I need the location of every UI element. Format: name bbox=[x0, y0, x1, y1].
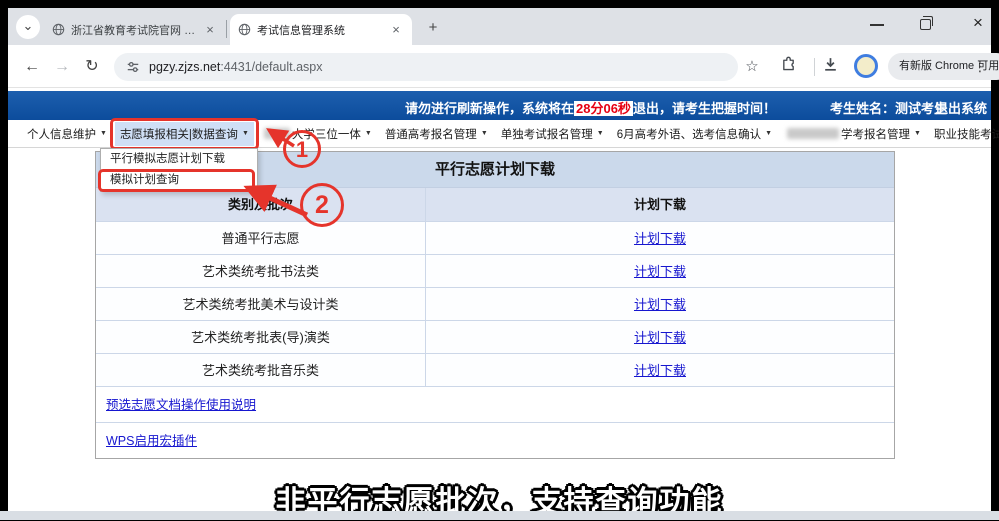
session-warning: 请勿进行刷新操作，系统将在28分06秒退出，请考生把握时间！ bbox=[405, 98, 776, 117]
plan-download-panel: 平行志愿计划下载 类别及批次 计划下载 普通平行志愿 计划下载 艺术类统考批书法… bbox=[95, 151, 895, 459]
annotation-step-2: 2 bbox=[300, 183, 344, 227]
back-button[interactable]: ← bbox=[20, 55, 44, 79]
tab-exam-info-system[interactable]: 考试信息管理系统 × bbox=[230, 14, 412, 45]
column-header-category: 类别及批次 bbox=[96, 188, 426, 221]
category-cell: 艺术类统考批音乐类 bbox=[96, 354, 426, 386]
table-header: 类别及批次 计划下载 bbox=[96, 187, 894, 221]
annotation-step-1: 1 bbox=[283, 130, 321, 168]
logout-button[interactable]: 退出系统 bbox=[935, 98, 987, 117]
web-page: 请勿进行刷新操作，系统将在28分06秒退出，请考生把握时间！ 考生姓名：测试考生… bbox=[8, 89, 991, 520]
menu-volunteer-query[interactable]: 志愿填报相关|数据查询 ▼ bbox=[115, 122, 254, 146]
menu-vocational-skill[interactable]: 职业技能考试报名管理 ▼ bbox=[929, 122, 999, 146]
bookmark-star-icon[interactable]: ☆ bbox=[741, 56, 763, 78]
chevron-down-icon: ▼ bbox=[242, 130, 249, 137]
address-bar[interactable]: pgzy.zjzs.net:4431/default.aspx bbox=[114, 53, 738, 81]
chevron-down-icon: ▼ bbox=[597, 130, 604, 137]
chevron-down-icon: ⌄ bbox=[23, 18, 34, 33]
table-row: 艺术类统考批表(导)演类 计划下载 bbox=[96, 320, 894, 353]
menu-label: 个人信息维护 bbox=[27, 126, 96, 142]
url-host: pgzy.zjzs.net bbox=[149, 60, 220, 74]
browser-menu-icon[interactable]: ⋮ bbox=[973, 54, 987, 78]
reload-button[interactable]: ↻ bbox=[80, 55, 104, 79]
category-cell: 艺术类统考批书法类 bbox=[96, 255, 426, 287]
tab-search-button[interactable]: ⌄ bbox=[16, 15, 40, 39]
table-row: 艺术类统考批音乐类 计划下载 bbox=[96, 353, 894, 386]
plan-download-link[interactable]: 计划下载 bbox=[634, 231, 686, 246]
chevron-down-icon: ▼ bbox=[914, 130, 921, 137]
globe-icon bbox=[238, 23, 251, 36]
site-settings-icon bbox=[126, 60, 140, 74]
forward-button[interactable]: → bbox=[50, 55, 74, 79]
countdown-timer: 28分06秒 bbox=[574, 101, 633, 116]
session-notice-bar: 请勿进行刷新操作，系统将在28分06秒退出，请考生把握时间！ 考生姓名：测试考生… bbox=[8, 91, 991, 120]
close-icon[interactable]: × bbox=[388, 22, 404, 38]
tab-divider bbox=[226, 20, 227, 38]
volunteer-dropdown-menu: 平行模拟志愿计划下载 模拟计划查询 bbox=[100, 148, 258, 192]
menu-gaokao-signup[interactable]: 普通高考报名管理 ▼ bbox=[380, 122, 493, 146]
doc-instructions-link[interactable]: 预选志愿文档操作使用说明 bbox=[106, 398, 256, 412]
tab-title: 浙江省教育考试院官网 考生办 bbox=[71, 22, 196, 38]
plan-download-link[interactable]: 计划下载 bbox=[634, 264, 686, 279]
menu-xuekao-signup[interactable]: 学考报名管理 ▼ bbox=[780, 122, 926, 146]
chevron-down-icon: ▼ bbox=[765, 130, 772, 137]
close-icon[interactable]: × bbox=[202, 22, 218, 38]
dropdown-item-mock-plan-query[interactable]: 模拟计划查询 bbox=[101, 170, 257, 191]
warning-text-post: 退出，请考生把握时间！ bbox=[633, 101, 776, 116]
chevron-down-icon: ▼ bbox=[100, 130, 107, 137]
menu-label: 普通高考报名管理 bbox=[385, 126, 477, 142]
tab-title: 考试信息管理系统 bbox=[257, 22, 382, 38]
warning-text-pre: 请勿进行刷新操作，系统将在 bbox=[405, 101, 574, 116]
download-icon[interactable] bbox=[822, 56, 844, 78]
menu-label: 学考报名管理 bbox=[841, 126, 910, 142]
chevron-down-icon: ▼ bbox=[481, 130, 488, 137]
browser-toolbar: ← → ↻ pgzy.zjzs.net:4431/default.aspx ☆ … bbox=[8, 45, 991, 88]
toolbar-divider bbox=[814, 58, 815, 76]
wps-plugin-row: WPS启用宏插件 bbox=[96, 422, 894, 458]
menu-label: 单独考试报名管理 bbox=[501, 126, 593, 142]
plan-download-link[interactable]: 计划下载 bbox=[634, 297, 686, 312]
table-row: 艺术类统考批书法类 计划下载 bbox=[96, 254, 894, 287]
extensions-icon[interactable] bbox=[780, 56, 802, 78]
wps-plugin-link[interactable]: WPS启用宏插件 bbox=[106, 434, 197, 448]
category-cell: 艺术类统考批表(导)演类 bbox=[96, 321, 426, 353]
restore-button[interactable] bbox=[920, 19, 931, 30]
video-letterbox: ⌄ 浙江省教育考试院官网 考生办 × 考试信息管理系统 × + × ← → ↻ bbox=[0, 0, 999, 520]
new-tab-button[interactable]: + bbox=[422, 17, 444, 39]
plan-download-link[interactable]: 计划下载 bbox=[634, 330, 686, 345]
menu-label: 职业技能考试报名管理 bbox=[934, 126, 999, 142]
table-row: 普通平行志愿 计划下载 bbox=[96, 221, 894, 254]
doc-instructions-row: 预选志愿文档操作使用说明 bbox=[96, 386, 894, 422]
dropdown-item-parallel-plan-download[interactable]: 平行模拟志愿计划下载 bbox=[101, 149, 257, 170]
url-path: :4431/default.aspx bbox=[220, 60, 322, 74]
candidate-name: 考生姓名：测试考生 bbox=[830, 98, 947, 117]
tab-zjzs-official[interactable]: 浙江省教育考试院官网 考生办 × bbox=[44, 14, 226, 45]
plan-download-link[interactable]: 计划下载 bbox=[634, 363, 686, 378]
menu-label: 6月高考外语、选考信息确认 bbox=[617, 126, 761, 142]
table-row: 艺术类统考批美术与设计类 计划下载 bbox=[96, 287, 894, 320]
redacted-text bbox=[787, 128, 839, 139]
globe-icon bbox=[52, 23, 65, 36]
column-header-download: 计划下载 bbox=[426, 188, 894, 221]
menu-personal-info[interactable]: 个人信息维护 ▼ bbox=[22, 122, 112, 146]
dropdown-label: 模拟计划查询 bbox=[110, 174, 179, 186]
minimize-button[interactable] bbox=[870, 24, 884, 26]
browser-window: ⌄ 浙江省教育考试院官网 考生办 × 考试信息管理系统 × + × ← → ↻ bbox=[8, 8, 991, 520]
menu-label: 志愿填报相关|数据查询 bbox=[120, 126, 238, 142]
main-menu-bar: 个人信息维护 ▼ 志愿填报相关|数据查询 ▼ 大学三位一体 ▼ 普通高考报名管理… bbox=[8, 120, 991, 148]
category-cell: 普通平行志愿 bbox=[96, 222, 426, 254]
menu-separate-exam[interactable]: 单独考试报名管理 ▼ bbox=[496, 122, 609, 146]
profile-avatar[interactable] bbox=[854, 54, 878, 78]
url-text: pgzy.zjzs.net:4431/default.aspx bbox=[149, 60, 323, 74]
category-cell: 艺术类统考批美术与设计类 bbox=[96, 288, 426, 320]
tab-strip: ⌄ 浙江省教育考试院官网 考生办 × 考试信息管理系统 × + × bbox=[8, 8, 991, 45]
chevron-down-icon: ▼ bbox=[365, 130, 372, 137]
window-close-button[interactable]: × bbox=[966, 13, 990, 33]
bottom-strip bbox=[0, 511, 999, 520]
menu-june-foreign[interactable]: 6月高考外语、选考信息确认 ▼ bbox=[612, 122, 777, 146]
